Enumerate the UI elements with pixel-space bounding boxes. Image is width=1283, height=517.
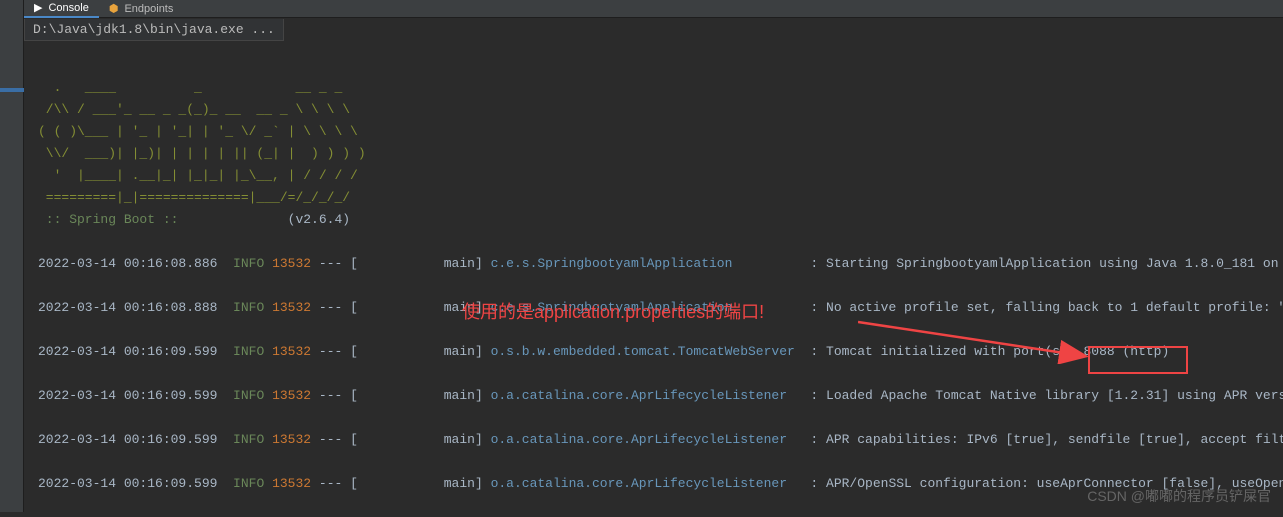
- console-icon: ▶: [34, 1, 42, 14]
- log-msg: APR capabilities: IPv6 [true], sendfile …: [826, 432, 1283, 447]
- log-sep: ]: [475, 476, 491, 491]
- log-ts: 2022-03-14 00:16:08.888: [38, 300, 217, 315]
- spring-boot-label: :: Spring Boot ::: [38, 212, 186, 227]
- log-sep: ]: [475, 256, 491, 271]
- log-level: INFO: [233, 300, 264, 315]
- log-pid: 13532: [272, 388, 311, 403]
- log-pid: 13532: [272, 300, 311, 315]
- log-row-5: 2022-03-14 00:16:09.599 INFO 13532 --- […: [38, 473, 1283, 495]
- left-gutter: [0, 0, 24, 512]
- log-sep: ]: [475, 388, 491, 403]
- log-pid: 13532: [272, 344, 311, 359]
- ascii-banner: . ____ _ __ _ _ /\\ / ___'_ __ _ _(_)_ _…: [38, 80, 366, 205]
- log-level: INFO: [233, 344, 264, 359]
- log-ts: 2022-03-14 00:16:09.599: [38, 344, 217, 359]
- log-msg-pre: Starting SpringbootyamlApplication using…: [826, 256, 1283, 271]
- log-pid: 13532: [272, 256, 311, 271]
- log-ts: 2022-03-14 00:16:09.599: [38, 388, 217, 403]
- log-thread: main: [444, 476, 475, 491]
- log-level: INFO: [233, 256, 264, 271]
- tab-console-label: Console: [48, 2, 88, 14]
- log-thread: main: [444, 256, 475, 271]
- log-sep: --- [: [319, 476, 444, 491]
- log-thread: main: [444, 344, 475, 359]
- log-thread: main: [444, 300, 475, 315]
- log-msg: APR/OpenSSL configuration: useAprConnect…: [826, 476, 1283, 491]
- log-sep: :: [787, 476, 826, 491]
- log-row-0: 2022-03-14 00:16:08.886 INFO 13532 --- […: [38, 253, 1283, 275]
- log-ts: 2022-03-14 00:16:09.599: [38, 432, 217, 447]
- log-row-4: 2022-03-14 00:16:09.599 INFO 13532 --- […: [38, 429, 1283, 451]
- log-sep: ]: [475, 344, 491, 359]
- log-msg: No active profile set, falling back to 1…: [826, 300, 1283, 315]
- endpoints-icon: ⬢: [109, 2, 119, 15]
- log-sep: :: [787, 388, 826, 403]
- log-sep: :: [787, 432, 826, 447]
- log-sep: :: [732, 300, 826, 315]
- log-pid: 13532: [272, 476, 311, 491]
- command-line[interactable]: D:\Java\jdk1.8\bin\java.exe ...: [24, 19, 284, 41]
- gutter-marker: [0, 88, 24, 92]
- log-pid: 13532: [272, 432, 311, 447]
- spring-boot-version: (v2.6.4): [186, 212, 350, 227]
- log-ts: 2022-03-14 00:16:09.599: [38, 476, 217, 491]
- log-sep: :: [795, 344, 826, 359]
- log-logger: o.a.catalina.core.AprLifecycleListener: [491, 476, 787, 491]
- log-logger: c.e.s.SpringbootyamlApplication: [491, 256, 733, 271]
- log-level: INFO: [233, 432, 264, 447]
- log-logger: c.e.s.SpringbootyamlApplication: [491, 300, 733, 315]
- log-thread: main: [444, 432, 475, 447]
- log-logger: o.s.b.w.embedded.tomcat.TomcatWebServer: [491, 344, 795, 359]
- log-sep: ]: [475, 300, 491, 315]
- log-msg: Loaded Apache Tomcat Native library [1.2…: [826, 388, 1283, 403]
- log-thread: main: [444, 388, 475, 403]
- log-level: INFO: [233, 476, 264, 491]
- run-tool-tabs: ▶ Console ⬢ Endpoints: [24, 0, 1283, 18]
- log-sep: :: [732, 256, 826, 271]
- log-logger: o.a.catalina.core.AprLifecycleListener: [491, 432, 787, 447]
- log-msg: Tomcat initialized with port(s): 8088 (h…: [826, 344, 1169, 359]
- log-sep: --- [: [319, 344, 444, 359]
- log-row-3: 2022-03-14 00:16:09.599 INFO 13532 --- […: [38, 385, 1283, 407]
- log-row-2: 2022-03-14 00:16:09.599 INFO 13532 --- […: [38, 341, 1283, 363]
- log-ts: 2022-03-14 00:16:08.886: [38, 256, 217, 271]
- console-output[interactable]: . ____ _ __ _ _ /\\ / ___'_ __ _ _(_)_ _…: [24, 45, 1283, 512]
- log-logger: o.a.catalina.core.AprLifecycleListener: [491, 388, 787, 403]
- log-sep: --- [: [319, 300, 444, 315]
- log-level: INFO: [233, 388, 264, 403]
- log-sep: --- [: [319, 256, 444, 271]
- log-sep: --- [: [319, 432, 444, 447]
- log-sep: --- [: [319, 388, 444, 403]
- tab-endpoints[interactable]: ⬢ Endpoints: [99, 0, 184, 18]
- tab-console[interactable]: ▶ Console: [24, 0, 99, 18]
- log-sep: ]: [475, 432, 491, 447]
- tab-endpoints-label: Endpoints: [124, 3, 173, 15]
- log-row-1: 2022-03-14 00:16:08.888 INFO 13532 --- […: [38, 297, 1283, 319]
